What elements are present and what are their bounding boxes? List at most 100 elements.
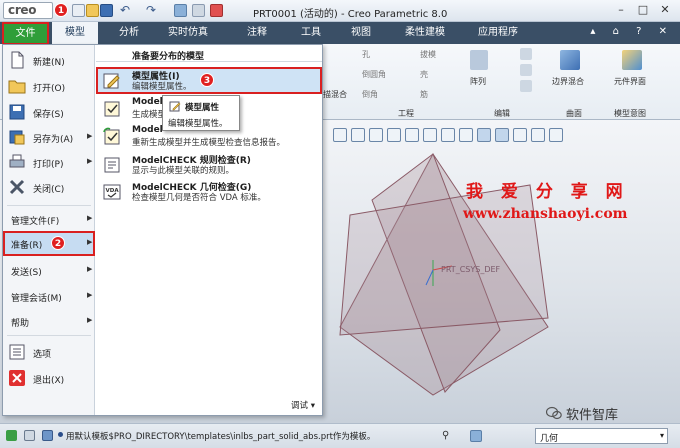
tab-live-simulation[interactable]: 实时仿真 [160, 22, 216, 44]
status-bar: 用默认模板$PRO_DIRECTORY\templates\inlbs_part… [0, 423, 680, 448]
maximize-icon[interactable]: □ [634, 2, 652, 18]
new-file-icon [11, 51, 24, 69]
regenerate-icon[interactable] [174, 4, 187, 17]
submenu-model-properties-desc: 编辑模型属性。 [132, 82, 192, 92]
ribbon-shell[interactable]: 壳 [420, 69, 428, 80]
menu-manage-session[interactable]: 管理会话(M) ▶ [3, 284, 95, 309]
menu-save-label: 保存(S) [33, 110, 64, 120]
status-message: 用默认模板$PRO_DIRECTORY\templates\inlbs_part… [66, 432, 376, 442]
menu-send[interactable]: 发送(S) ▶ [3, 258, 95, 283]
selection-filter-dropdown[interactable]: 几何 ▾ [535, 428, 668, 444]
group-surfaces[interactable]: 曲面 [566, 108, 582, 119]
close-window-icon[interactable] [210, 4, 223, 17]
callout-3: 3 [200, 73, 214, 87]
menu-options[interactable]: 选项 [3, 340, 95, 365]
menu-help[interactable]: 帮助 ▶ [3, 309, 95, 334]
component-interface-icon[interactable] [622, 50, 642, 70]
close-x-icon [9, 179, 25, 195]
exit-icon [9, 370, 25, 386]
menu-separator [7, 335, 91, 336]
browser-icon[interactable] [24, 430, 35, 441]
chevron-down-icon: ▾ [310, 401, 315, 411]
menu-exit-label: 退出(X) [33, 376, 65, 386]
tab-view[interactable]: 视图 [338, 22, 384, 44]
tab-analysis[interactable]: 分析 [106, 22, 152, 44]
menu-close-label: 关闭(C) [33, 185, 65, 195]
menu-close[interactable]: 关闭(C) [3, 175, 95, 200]
display-style-icon[interactable] [405, 128, 419, 142]
find-binoculars-icon[interactable]: ⚲ [442, 430, 456, 442]
ribbon-boundary-blend[interactable]: 边界混合 [552, 76, 584, 87]
zoom-in-icon[interactable] [351, 128, 365, 142]
ribbon-draft[interactable]: 拔模 [420, 49, 436, 60]
datum-display-icon[interactable] [477, 128, 491, 142]
minimize-icon[interactable]: – [612, 2, 630, 18]
ribbon-pattern[interactable]: 阵列 [470, 76, 486, 87]
ribbon-round[interactable]: 倒圆角 [362, 69, 386, 80]
tab-flexible-modeling[interactable]: 柔性建模 [397, 22, 453, 44]
pause-icon[interactable] [549, 128, 563, 142]
menu-open[interactable]: 打开(O) [3, 74, 95, 99]
undo-icon[interactable]: ↶ [120, 4, 133, 17]
refit-icon[interactable] [333, 128, 347, 142]
zoom-out-icon[interactable] [369, 128, 383, 142]
menu-save-as[interactable]: 另存为(A) ▶ [3, 125, 95, 150]
annotation-display-icon[interactable] [495, 128, 509, 142]
repaint-icon[interactable] [387, 128, 401, 142]
menu-manage-file[interactable]: 管理文件(F) ▶ [3, 207, 95, 232]
save-icon[interactable] [100, 4, 113, 17]
submenu-model-check-title: Model [132, 97, 163, 107]
file-menu-commands: 新建(N) 打开(O) 保存(S) 另存为(A) ▶ 打印(P) ▶ 关闭(C)… [3, 45, 95, 415]
perspective-icon[interactable] [459, 128, 473, 142]
open-icon[interactable] [86, 4, 99, 17]
open-folder-icon [8, 80, 26, 94]
tab-model[interactable]: 模型 [52, 22, 98, 44]
menu-prepare[interactable]: 准备(R) ▶ [3, 231, 95, 256]
ribbon-tab-bar: 文件 模型 分析 实时仿真 注释 工具 视图 柔性建模 应用程序 ▴ ⌂ ? ✕ [0, 22, 680, 45]
csys-label[interactable]: PRT_CSYS_DEF [441, 265, 500, 274]
ribbon-sweep-blend[interactable]: 描混合 [323, 89, 347, 100]
edit-tool-icon[interactable] [520, 48, 532, 60]
watermark-url: www.zhanshaoyi.com [463, 206, 628, 222]
ribbon-component-interface[interactable]: 元件界面 [614, 76, 646, 87]
ribbon-chamfer[interactable]: 倒角 [362, 89, 378, 100]
windows-icon[interactable] [192, 4, 205, 17]
new-icon[interactable] [72, 4, 85, 17]
tab-annotate[interactable]: 注释 [234, 22, 280, 44]
group-engineering[interactable]: 工程 [398, 108, 414, 119]
selection-filter-icon[interactable] [470, 430, 482, 442]
group-edit[interactable]: 编辑 [494, 108, 510, 119]
chevron-right-icon: ▶ [87, 132, 93, 140]
submenu-geometry-check[interactable]: VDA ModelCHECK 几何检查(G) 检查模型几何是否符合 VDA 标准… [96, 178, 322, 205]
edit-tool-icon[interactable] [520, 80, 532, 92]
debug-dropdown[interactable]: 调试 ▾ [291, 399, 315, 411]
section-icon[interactable] [531, 128, 545, 142]
spin-center-icon[interactable] [513, 128, 527, 142]
watermark-title: 我 爱 分 享 网 [466, 182, 629, 202]
creo-logo[interactable]: creo [3, 2, 53, 19]
menu-save[interactable]: 保存(S) [3, 100, 95, 125]
fullscreen-icon[interactable] [42, 430, 53, 441]
submenu-rule-check[interactable]: ModelCHECK 规则检查(R) 显示与此模型关联的规则。 [96, 151, 322, 178]
tab-applications[interactable]: 应用程序 [470, 22, 526, 44]
ribbon-rib[interactable]: 筋 [420, 89, 428, 100]
redo-icon[interactable]: ↷ [146, 4, 159, 17]
pattern-icon[interactable] [470, 50, 488, 70]
menu-open-label: 打开(O) [33, 84, 66, 94]
file-tab[interactable]: 文件 [2, 22, 49, 45]
ribbon-help-icons[interactable]: ▴ ⌂ ? ✕ [590, 26, 674, 37]
navigator-icon[interactable] [6, 430, 17, 441]
edit-tool-icon[interactable] [520, 64, 532, 76]
group-model-intent[interactable]: 模型意图 [614, 108, 646, 119]
chevron-right-icon: ▶ [87, 316, 93, 324]
menu-print[interactable]: 打印(P) ▶ [3, 150, 95, 175]
tab-tools[interactable]: 工具 [288, 22, 334, 44]
ribbon-hole[interactable]: 孔 [362, 49, 370, 60]
view-manager-icon[interactable] [441, 128, 455, 142]
menu-exit[interactable]: 退出(X) [3, 366, 95, 391]
saved-orientations-icon[interactable] [423, 128, 437, 142]
menu-new[interactable]: 新建(N) [3, 48, 95, 73]
tooltip-title: 模型属性 [185, 103, 220, 113]
close-icon[interactable]: ✕ [656, 2, 674, 18]
boundary-blend-icon[interactable] [560, 50, 580, 70]
